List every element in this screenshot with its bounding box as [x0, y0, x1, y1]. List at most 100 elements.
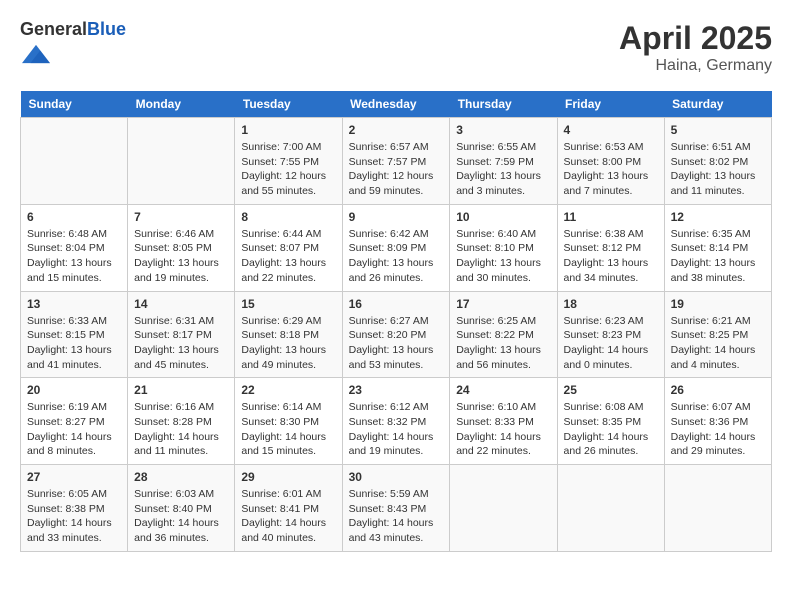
calendar-week-row: 1Sunrise: 7:00 AMSunset: 7:55 PMDaylight…	[21, 118, 772, 205]
calendar-cell: 14 Sunrise: 6:31 AMSunset: 8:17 PMDayligh…	[128, 291, 235, 378]
day-details: Sunrise: 6:38 AMSunset: 8:12 PMDaylight:…	[564, 227, 658, 286]
day-number: 23	[349, 383, 444, 397]
calendar-cell: 18Sunrise: 6:23 AMSunset: 8:23 PMDayligh…	[557, 291, 664, 378]
weekday-header-cell: Saturday	[664, 91, 771, 118]
logo: GeneralBlue	[20, 20, 126, 73]
weekday-header-row: SundayMondayTuesdayWednesdayThursdayFrid…	[21, 91, 772, 118]
day-number: 16	[349, 297, 444, 311]
day-number: 11	[564, 210, 658, 224]
day-number: 9	[349, 210, 444, 224]
day-number: 17	[456, 297, 550, 311]
day-number: 2	[349, 123, 444, 137]
day-number: 19	[671, 297, 765, 311]
calendar-cell: 10 Sunrise: 6:40 AMSunset: 8:10 PMDayligh…	[450, 204, 557, 291]
day-number: 14	[134, 297, 228, 311]
calendar-cell: 11 Sunrise: 6:38 AMSunset: 8:12 PMDayligh…	[557, 204, 664, 291]
day-number: 3	[456, 123, 550, 137]
day-details: Sunrise: 6:03 AMSunset: 8:40 PMDaylight:…	[134, 487, 228, 546]
day-number: 1	[241, 123, 335, 137]
weekday-header-cell: Wednesday	[342, 91, 450, 118]
day-details: Sunrise: 6:40 AMSunset: 8:10 PMDaylight:…	[456, 227, 550, 286]
day-number: 10	[456, 210, 550, 224]
calendar-body: 1Sunrise: 7:00 AMSunset: 7:55 PMDaylight…	[21, 118, 772, 552]
day-number: 30	[349, 470, 444, 484]
day-number: 28	[134, 470, 228, 484]
day-number: 20	[27, 383, 121, 397]
calendar-week-row: 6 Sunrise: 6:48 AMSunset: 8:04 PMDaylight…	[21, 204, 772, 291]
calendar-cell: 29Sunrise: 6:01 AMSunset: 8:41 PMDayligh…	[235, 465, 342, 552]
calendar-cell	[450, 465, 557, 552]
calendar-cell: 21 Sunrise: 6:16 AMSunset: 8:28 PMDayligh…	[128, 378, 235, 465]
calendar-cell: 23Sunrise: 6:12 AMSunset: 8:32 PMDayligh…	[342, 378, 450, 465]
day-details: Sunrise: 6:35 AMSunset: 8:14 PMDaylight:…	[671, 227, 765, 286]
day-number: 7	[134, 210, 228, 224]
day-details: Sunrise: 6:46 AMSunset: 8:05 PMDaylight:…	[134, 227, 228, 286]
day-number: 27	[27, 470, 121, 484]
weekday-header-cell: Tuesday	[235, 91, 342, 118]
calendar-cell: 27 Sunrise: 6:05 AMSunset: 8:38 PMDayligh…	[21, 465, 128, 552]
calendar-cell: 12 Sunrise: 6:35 AMSunset: 8:14 PMDayligh…	[664, 204, 771, 291]
day-details: Sunrise: 6:01 AMSunset: 8:41 PMDaylight:…	[241, 487, 335, 546]
calendar-cell: 9 Sunrise: 6:42 AMSunset: 8:09 PMDaylight…	[342, 204, 450, 291]
day-number: 26	[671, 383, 765, 397]
day-details: Sunrise: 6:55 AMSunset: 7:59 PMDaylight:…	[456, 140, 550, 199]
weekday-header-cell: Monday	[128, 91, 235, 118]
day-number: 22	[241, 383, 335, 397]
day-details: Sunrise: 6:53 AMSunset: 8:00 PMDaylight:…	[564, 140, 658, 199]
title-block: April 2025 Haina, Germany	[619, 20, 772, 75]
day-details: Sunrise: 6:08 AMSunset: 8:35 PMDaylight:…	[564, 400, 658, 459]
weekday-header-cell: Friday	[557, 91, 664, 118]
calendar-cell: 22 Sunrise: 6:14 AMSunset: 8:30 PMDayligh…	[235, 378, 342, 465]
day-details: Sunrise: 6:16 AMSunset: 8:28 PMDaylight:…	[134, 400, 228, 459]
calendar-cell: 7 Sunrise: 6:46 AMSunset: 8:05 PMDaylight…	[128, 204, 235, 291]
day-details: Sunrise: 6:51 AMSunset: 8:02 PMDaylight:…	[671, 140, 765, 199]
calendar-cell: 24Sunrise: 6:10 AMSunset: 8:33 PMDayligh…	[450, 378, 557, 465]
day-number: 25	[564, 383, 658, 397]
calendar-cell	[128, 118, 235, 205]
calendar-cell	[664, 465, 771, 552]
calendar-table: SundayMondayTuesdayWednesdayThursdayFrid…	[20, 91, 772, 552]
calendar-cell	[557, 465, 664, 552]
day-details: Sunrise: 5:59 AMSunset: 8:43 PMDaylight:…	[349, 487, 444, 546]
day-number: 15	[241, 297, 335, 311]
logo-icon	[22, 40, 50, 68]
day-number: 12	[671, 210, 765, 224]
day-details: Sunrise: 6:48 AMSunset: 8:04 PMDaylight:…	[27, 227, 121, 286]
calendar-cell: 26 Sunrise: 6:07 AMSunset: 8:36 PMDayligh…	[664, 378, 771, 465]
calendar-cell: 5 Sunrise: 6:51 AMSunset: 8:02 PMDaylight…	[664, 118, 771, 205]
day-details: Sunrise: 6:29 AMSunset: 8:18 PMDaylight:…	[241, 314, 335, 373]
day-number: 5	[671, 123, 765, 137]
day-details: Sunrise: 6:19 AMSunset: 8:27 PMDaylight:…	[27, 400, 121, 459]
day-details: Sunrise: 6:31 AMSunset: 8:17 PMDaylight:…	[134, 314, 228, 373]
day-details: Sunrise: 6:05 AMSunset: 8:38 PMDaylight:…	[27, 487, 121, 546]
logo-blue-text: Blue	[87, 19, 126, 39]
day-details: Sunrise: 6:25 AMSunset: 8:22 PMDaylight:…	[456, 314, 550, 373]
weekday-header-cell: Sunday	[21, 91, 128, 118]
day-details: Sunrise: 6:42 AMSunset: 8:09 PMDaylight:…	[349, 227, 444, 286]
calendar-cell: 4 Sunrise: 6:53 AMSunset: 8:00 PMDaylight…	[557, 118, 664, 205]
page-header: GeneralBlue April 2025 Haina, Germany	[20, 20, 772, 75]
day-details: Sunrise: 6:44 AMSunset: 8:07 PMDaylight:…	[241, 227, 335, 286]
calendar-cell: 3 Sunrise: 6:55 AMSunset: 7:59 PMDaylight…	[450, 118, 557, 205]
calendar-cell: 13Sunrise: 6:33 AMSunset: 8:15 PMDayligh…	[21, 291, 128, 378]
day-details: Sunrise: 6:10 AMSunset: 8:33 PMDaylight:…	[456, 400, 550, 459]
calendar-title: April 2025	[619, 20, 772, 57]
day-number: 18	[564, 297, 658, 311]
day-details: Sunrise: 6:57 AMSunset: 7:57 PMDaylight:…	[349, 140, 444, 199]
calendar-cell: 6 Sunrise: 6:48 AMSunset: 8:04 PMDaylight…	[21, 204, 128, 291]
day-number: 6	[27, 210, 121, 224]
calendar-week-row: 13Sunrise: 6:33 AMSunset: 8:15 PMDayligh…	[21, 291, 772, 378]
day-number: 4	[564, 123, 658, 137]
day-details: Sunrise: 6:33 AMSunset: 8:15 PMDaylight:…	[27, 314, 121, 373]
calendar-cell: 19Sunrise: 6:21 AMSunset: 8:25 PMDayligh…	[664, 291, 771, 378]
day-details: Sunrise: 6:14 AMSunset: 8:30 PMDaylight:…	[241, 400, 335, 459]
calendar-cell: 28 Sunrise: 6:03 AMSunset: 8:40 PMDayligh…	[128, 465, 235, 552]
calendar-week-row: 27 Sunrise: 6:05 AMSunset: 8:38 PMDayligh…	[21, 465, 772, 552]
weekday-header-cell: Thursday	[450, 91, 557, 118]
calendar-week-row: 20 Sunrise: 6:19 AMSunset: 8:27 PMDayligh…	[21, 378, 772, 465]
calendar-cell	[21, 118, 128, 205]
day-number: 21	[134, 383, 228, 397]
calendar-cell: 8Sunrise: 6:44 AMSunset: 8:07 PMDaylight…	[235, 204, 342, 291]
calendar-cell: 16Sunrise: 6:27 AMSunset: 8:20 PMDayligh…	[342, 291, 450, 378]
day-details: Sunrise: 6:07 AMSunset: 8:36 PMDaylight:…	[671, 400, 765, 459]
